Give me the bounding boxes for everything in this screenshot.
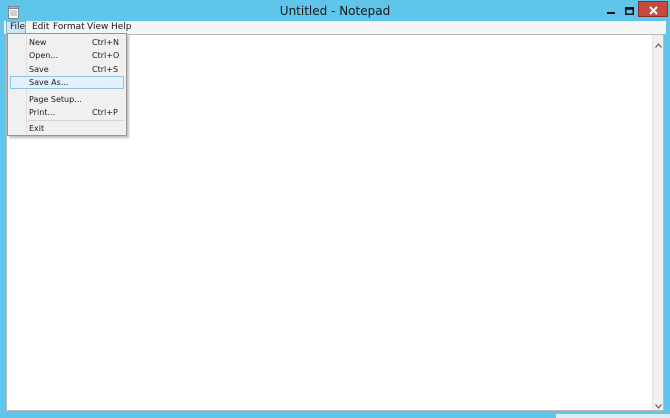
menu-item-label: Save <box>29 65 49 74</box>
vertical-scrollbar[interactable] <box>652 35 663 410</box>
menu-item-shortcut: Ctrl+P <box>92 108 118 117</box>
menu-item-label: Page Setup... <box>29 95 82 104</box>
minimize-icon <box>607 0 615 19</box>
menu-separator <box>28 120 123 121</box>
notepad-icon[interactable] <box>8 4 19 19</box>
menu-item-new[interactable]: New Ctrl+N <box>10 36 124 49</box>
menu-item-label: Save As... <box>29 78 69 87</box>
menu-item-page-setup[interactable]: Page Setup... <box>10 93 124 106</box>
menu-item-shortcut: Ctrl+S <box>92 65 119 74</box>
menu-item-print[interactable]: Print... Ctrl+P <box>10 106 124 119</box>
menu-item-label: Exit <box>29 124 45 133</box>
menu-item-shortcut: Ctrl+N <box>92 38 119 47</box>
menu-item-label: New <box>29 38 47 47</box>
window-title: Untitled - Notepad <box>279 4 391 18</box>
menu-item-label: Open... <box>29 51 58 60</box>
menu-item-shortcut: Ctrl+O <box>92 51 120 60</box>
minimize-button[interactable] <box>602 1 620 17</box>
title-bar[interactable]: Untitled - Notepad <box>0 0 670 22</box>
maximize-button[interactable] <box>620 1 638 17</box>
file-menu-dropdown: New Ctrl+N Open... Ctrl+O Save Ctrl+S Sa… <box>7 33 127 136</box>
scroll-up-button[interactable] <box>653 37 663 48</box>
notepad-window: Untitled - Notepad File Edit Format View… <box>0 0 670 418</box>
menu-item-save[interactable]: Save Ctrl+S <box>10 63 124 76</box>
maximize-icon <box>624 0 634 19</box>
menu-item-open[interactable]: Open... Ctrl+O <box>10 49 124 62</box>
scroll-down-button[interactable] <box>653 398 663 409</box>
chevron-down-icon <box>654 394 662 413</box>
chevron-up-icon <box>654 33 662 52</box>
menu-item-save-as[interactable]: Save As... <box>10 76 124 89</box>
menu-item-exit[interactable]: Exit <box>10 122 124 135</box>
close-icon <box>648 0 658 19</box>
taskbar-edge <box>556 414 670 418</box>
close-button[interactable] <box>638 1 668 17</box>
menu-item-label: Print... <box>29 108 56 117</box>
